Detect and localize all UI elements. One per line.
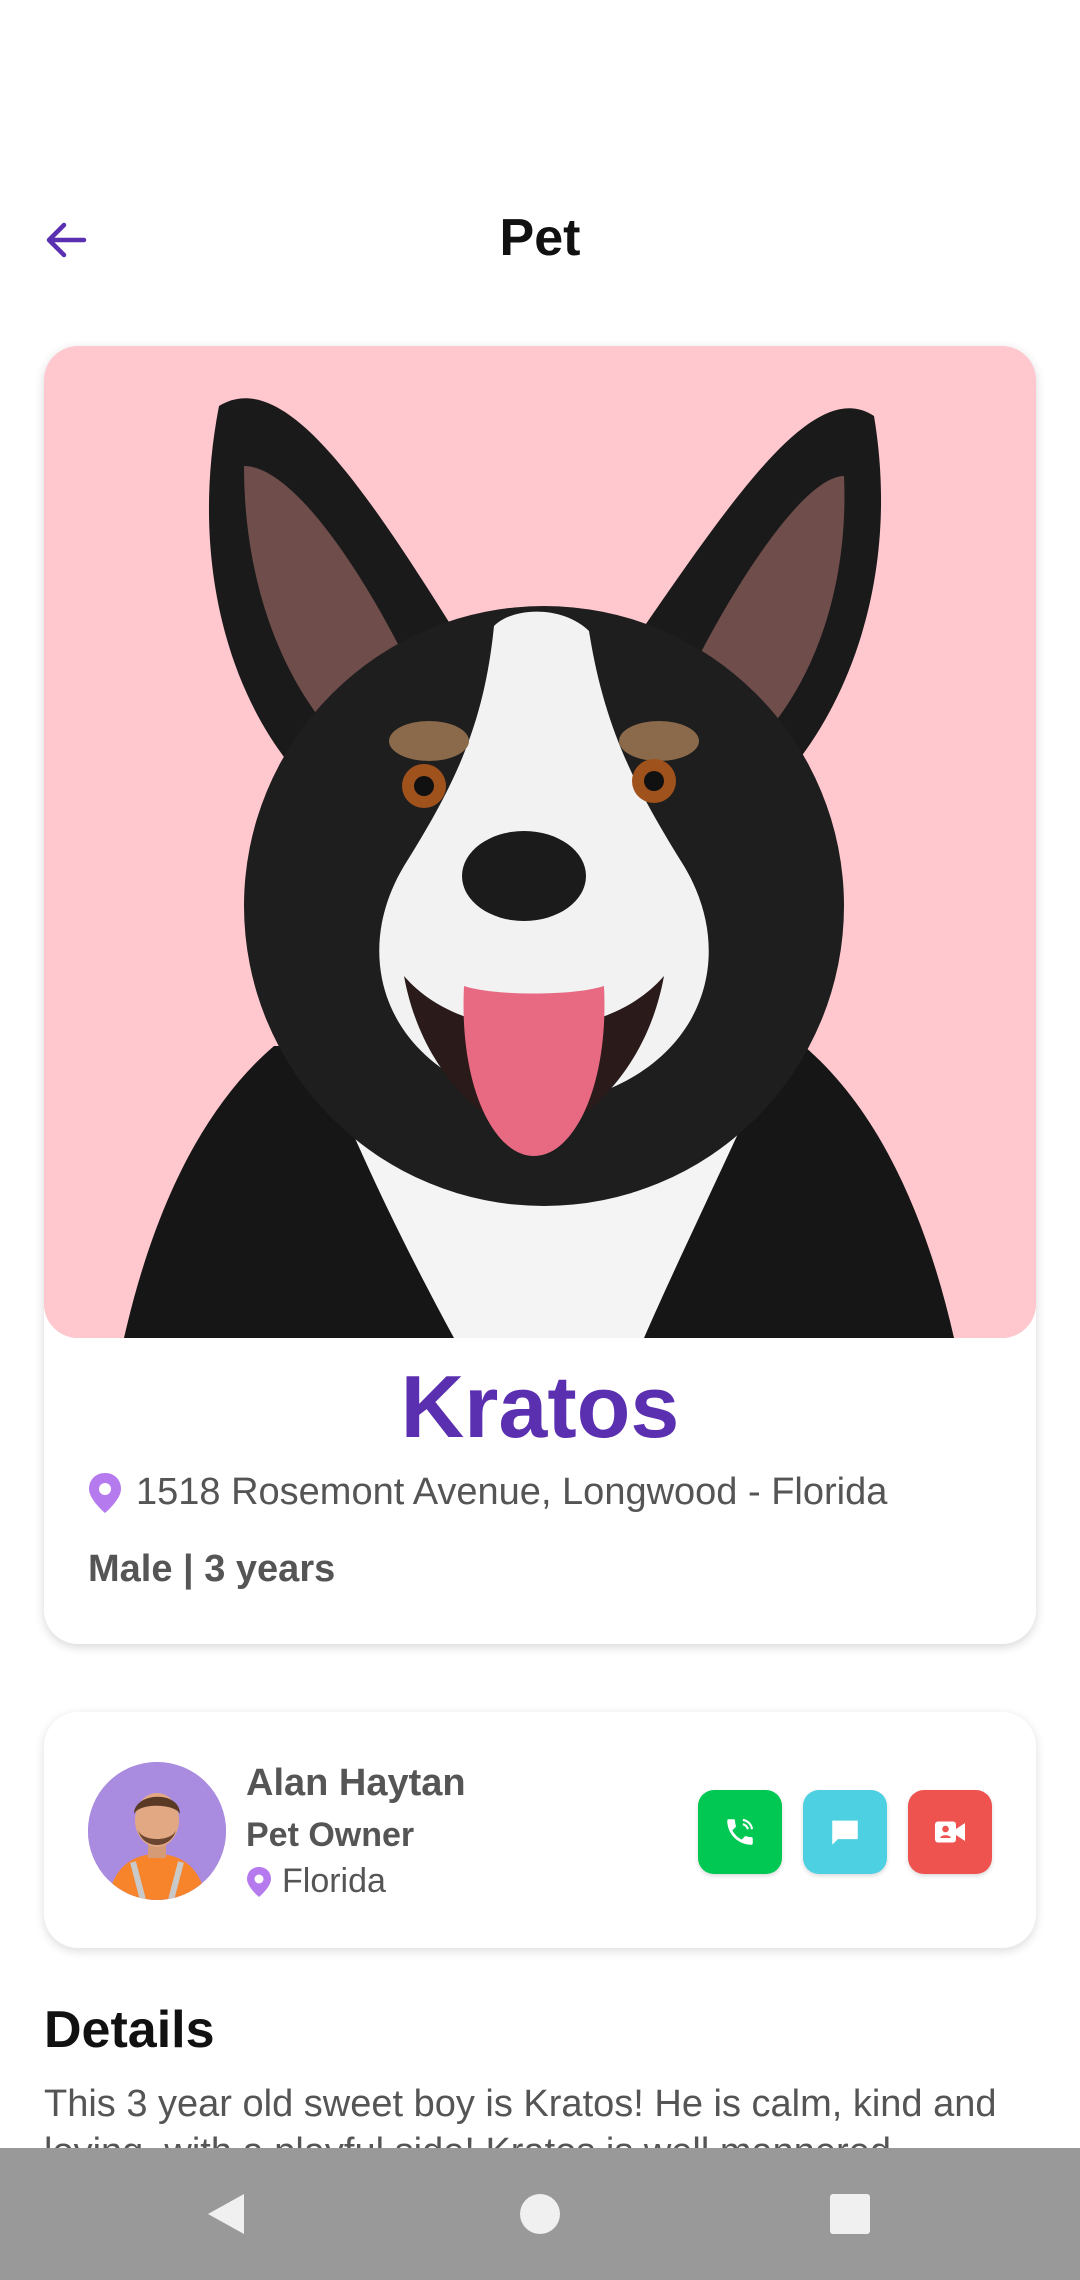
owner-card: Alan Haytan Pet Owner Florida (44, 1712, 1036, 1948)
system-nav-bar (0, 2148, 1080, 2280)
pet-address-text: 1518 Rosemont Avenue, Longwood - Florida (136, 1471, 888, 1513)
pet-gender-age: Male | 3 years (88, 1548, 336, 1590)
nav-recents-button[interactable] (820, 2184, 880, 2244)
page-title: Pet (499, 209, 581, 267)
pet-name: Kratos (400, 1357, 680, 1456)
square-recents-icon (830, 2194, 870, 2234)
pet-photo (44, 346, 1036, 1338)
owner-avatar (88, 1762, 226, 1900)
details-heading: Details (44, 2001, 215, 2059)
location-pin-icon (89, 1472, 121, 1513)
triangle-back-icon (208, 2194, 244, 2234)
dog-illustration (44, 346, 1036, 1338)
nav-home-button[interactable] (510, 2184, 570, 2244)
chat-button[interactable] (803, 1790, 887, 1874)
details-description: This 3 year old sweet boy is Kratos! He … (44, 2083, 997, 2148)
chat-icon (832, 1820, 858, 1845)
pet-card: Kratos 1518 Rosemont Avenue, Longwood - … (44, 346, 1036, 1644)
owner-name: Alan Haytan (246, 1762, 466, 1804)
owner-location: Florida (246, 1862, 386, 1901)
location-pin-icon (247, 1866, 271, 1897)
phone-icon (727, 1818, 754, 1845)
call-button[interactable] (698, 1790, 782, 1874)
pet-address: 1518 Rosemont Avenue, Longwood - Florida (88, 1471, 887, 1514)
owner-role: Pet Owner (246, 1816, 415, 1854)
app-header: Pet (0, 180, 1080, 300)
video-call-button[interactable] (908, 1790, 992, 1874)
nav-back-button[interactable] (196, 2184, 256, 2244)
video-call-icon (935, 1821, 965, 1843)
owner-location-text: Florida (282, 1862, 386, 1900)
circle-home-icon (520, 2194, 560, 2234)
